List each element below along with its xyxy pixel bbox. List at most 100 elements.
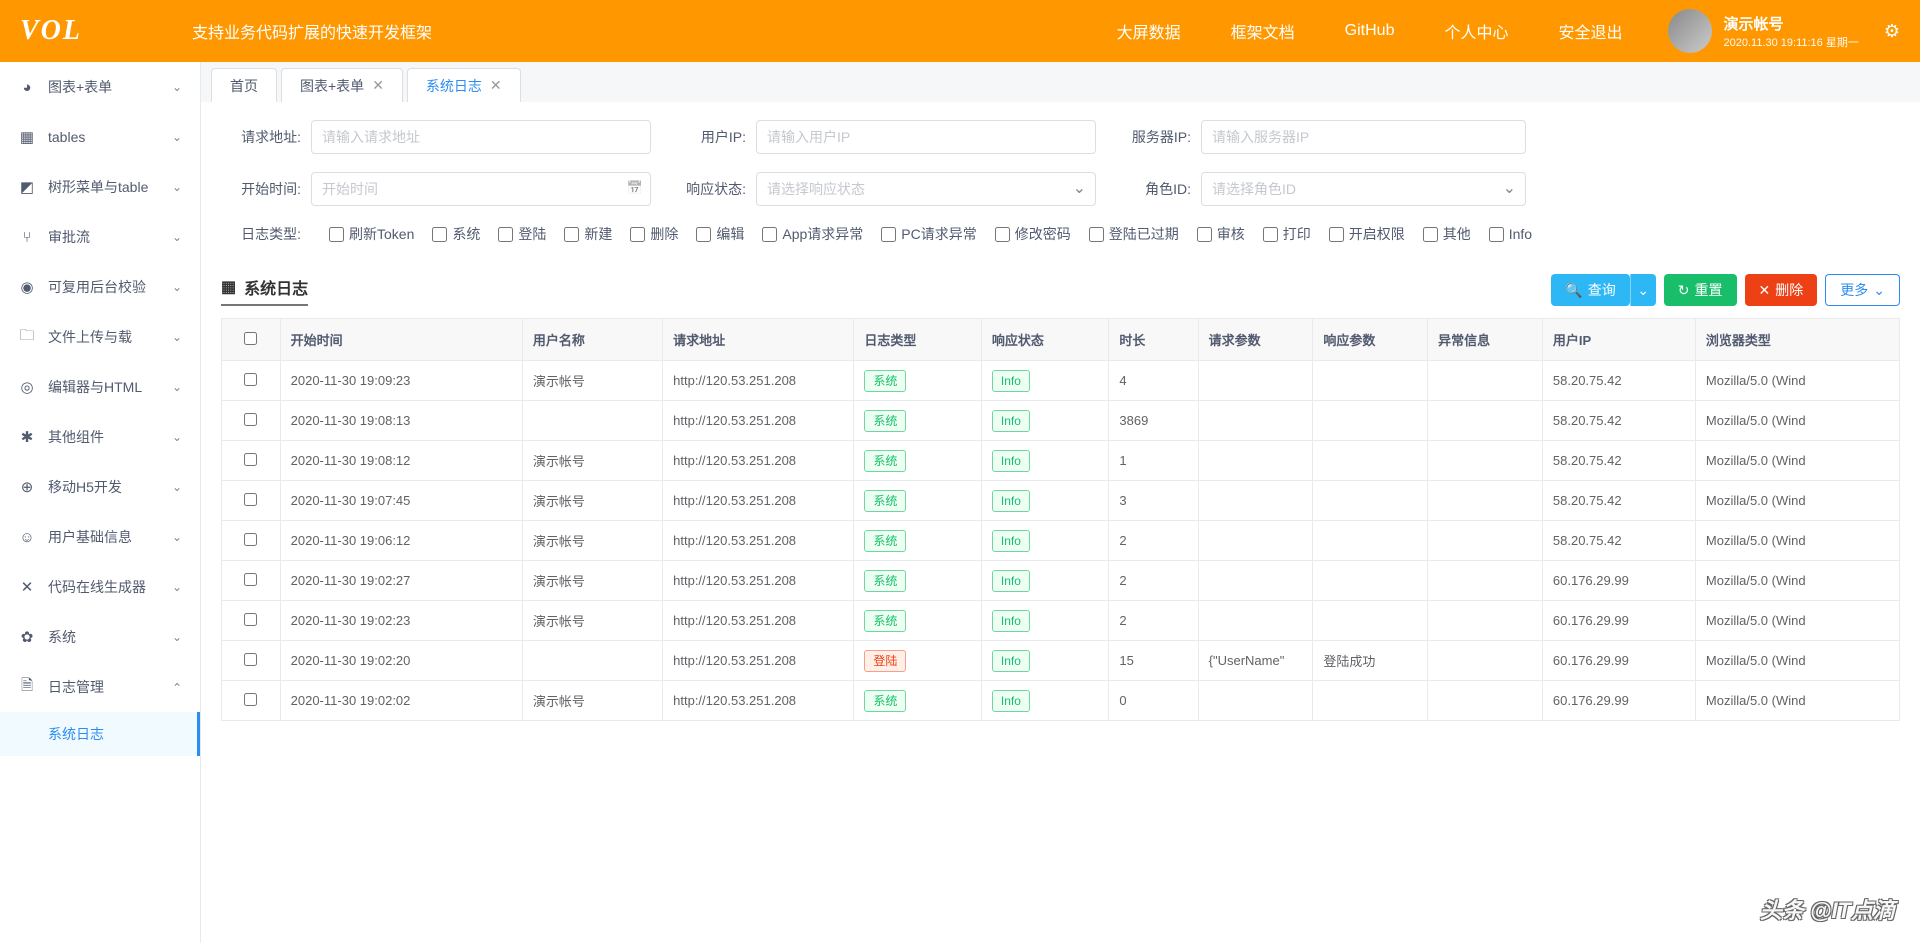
row-checkbox[interactable] xyxy=(244,573,257,586)
filter-label: 开始时间: xyxy=(221,179,311,199)
close-icon[interactable]: ✕ xyxy=(490,77,502,94)
sidebar-item[interactable]: ⑂审批流⌄ xyxy=(0,212,200,262)
log-type-checkbox[interactable]: 编辑 xyxy=(696,224,744,244)
delete-button[interactable]: ✕删除 xyxy=(1745,274,1818,306)
sidebar-item[interactable]: ◎编辑器与HTML⌄ xyxy=(0,362,200,412)
column-header[interactable]: 时长 xyxy=(1109,319,1198,361)
sidebar-item[interactable]: ✱其他组件⌄ xyxy=(0,412,200,462)
column-header[interactable]: 请求参数 xyxy=(1198,319,1313,361)
table-row[interactable]: 2020-11-30 19:02:23 演示帐号 http://120.53.2… xyxy=(222,601,1900,641)
nav-link[interactable]: 框架文档 xyxy=(1231,19,1295,43)
tab[interactable]: 首页 xyxy=(211,68,277,102)
log-type-checkbox[interactable]: 打印 xyxy=(1263,224,1311,244)
menu-label: 其他组件 xyxy=(48,427,172,447)
sidebar-item[interactable]: 🗀 文件上传与载⌄ xyxy=(0,312,200,362)
filter-input[interactable] xyxy=(756,172,1096,206)
menu-label: 图表+表单 xyxy=(48,77,172,97)
column-header[interactable]: 开始时间 xyxy=(280,319,522,361)
nav-link[interactable]: 安全退出 xyxy=(1558,19,1622,43)
table-row[interactable]: 2020-11-30 19:06:12 演示帐号 http://120.53.2… xyxy=(222,521,1900,561)
sidebar-item[interactable]: ☺用户基础信息⌄ xyxy=(0,512,200,562)
select-all-checkbox[interactable] xyxy=(244,332,257,345)
menu-icon: ◩ xyxy=(18,178,36,196)
avatar[interactable] xyxy=(1668,9,1712,53)
more-button[interactable]: 更多 ⌄ xyxy=(1825,274,1900,306)
table-row[interactable]: 2020-11-30 19:07:45 演示帐号 http://120.53.2… xyxy=(222,481,1900,521)
column-header[interactable]: 响应参数 xyxy=(1313,319,1428,361)
sidebar-item[interactable]: ◕图表+表单⌄ xyxy=(0,62,200,112)
table-row[interactable]: 2020-11-30 19:02:02 演示帐号 http://120.53.2… xyxy=(222,681,1900,721)
log-type-checkbox[interactable]: 开启权限 xyxy=(1329,224,1405,244)
log-type-checkbox[interactable]: Info xyxy=(1489,226,1532,242)
column-header[interactable]: 日志类型 xyxy=(854,319,982,361)
log-type-checkbox[interactable]: 审核 xyxy=(1197,224,1245,244)
sidebar-item[interactable]: 🗎日志管理⌄ xyxy=(0,662,200,712)
gear-icon[interactable]: ⚙ xyxy=(1884,21,1900,42)
chevron-down-icon: ⌄ xyxy=(172,230,182,244)
log-type-checkbox[interactable]: 删除 xyxy=(630,224,678,244)
sidebar-item[interactable]: ⊕移动H5开发⌄ xyxy=(0,462,200,512)
nav-link[interactable]: 大屏数据 xyxy=(1117,19,1181,43)
row-checkbox[interactable] xyxy=(244,613,257,626)
row-checkbox[interactable] xyxy=(244,413,257,426)
log-type-checkbox[interactable]: 其他 xyxy=(1423,224,1471,244)
sidebar-item[interactable]: ◉可复用后台校验⌄ xyxy=(0,262,200,312)
menu-label: 审批流 xyxy=(48,227,172,247)
sidebar-item[interactable]: ✕代码在线生成器⌄ xyxy=(0,562,200,612)
sidebar-item[interactable]: ✿系统⌄ xyxy=(0,612,200,662)
chevron-down-icon: ⌄ xyxy=(172,680,182,694)
chevron-down-icon: ⌄ xyxy=(172,530,182,544)
row-checkbox[interactable] xyxy=(244,453,257,466)
close-icon[interactable]: ✕ xyxy=(372,77,384,94)
row-checkbox[interactable] xyxy=(244,493,257,506)
column-header[interactable]: 浏览器类型 xyxy=(1695,319,1899,361)
log-type-checkbox[interactable]: 登陆已过期 xyxy=(1089,224,1179,244)
filter-input[interactable] xyxy=(311,120,651,154)
log-type-checkbox[interactable]: App请求异常 xyxy=(762,224,863,244)
column-header[interactable]: 请求地址 xyxy=(663,319,854,361)
log-type-checkbox[interactable]: 登陆 xyxy=(498,224,546,244)
column-header[interactable]: 用户IP xyxy=(1542,319,1695,361)
row-checkbox[interactable] xyxy=(244,653,257,666)
table-row[interactable]: 2020-11-30 19:09:23 演示帐号 http://120.53.2… xyxy=(222,361,1900,401)
filter-input[interactable] xyxy=(311,172,651,206)
sidebar-item[interactable]: ▦tables⌄ xyxy=(0,112,200,162)
status-tag: Info xyxy=(992,570,1030,592)
menu-icon: 🗀 xyxy=(18,325,36,350)
tab[interactable]: 图表+表单✕ xyxy=(281,68,403,102)
row-checkbox[interactable] xyxy=(244,373,257,386)
chevron-down-icon: ⌄ xyxy=(172,330,182,344)
log-type-checkbox[interactable]: PC请求异常 xyxy=(881,224,976,244)
filter-input[interactable] xyxy=(1201,172,1526,206)
column-header[interactable]: 异常信息 xyxy=(1428,319,1543,361)
log-type-checkbox[interactable]: 新建 xyxy=(564,224,612,244)
row-checkbox[interactable] xyxy=(244,533,257,546)
menu-icon: ◉ xyxy=(18,278,36,296)
filter-input[interactable] xyxy=(756,120,1096,154)
user-block[interactable]: 演示帐号 2020.11.30 19:11:16 星期一 xyxy=(1668,9,1859,53)
tab[interactable]: 系统日志✕ xyxy=(407,68,521,102)
search-dropdown[interactable]: ⌄ xyxy=(1630,274,1656,306)
table-row[interactable]: 2020-11-30 19:08:12 演示帐号 http://120.53.2… xyxy=(222,441,1900,481)
type-tag: 登陆 xyxy=(864,650,906,672)
logo[interactable]: VOL xyxy=(20,15,82,47)
column-header[interactable]: 响应状态 xyxy=(981,319,1109,361)
column-header[interactable]: 用户名称 xyxy=(522,319,662,361)
nav-links: 大屏数据 框架文档 GitHub 个人中心 安全退出 xyxy=(1117,19,1623,43)
table-row[interactable]: 2020-11-30 19:08:13 http://120.53.251.20… xyxy=(222,401,1900,441)
nav-link[interactable]: GitHub xyxy=(1345,22,1395,40)
menu-label: 文件上传与载 xyxy=(48,327,172,347)
type-tag: 系统 xyxy=(864,610,906,632)
sidebar-subitem[interactable]: 系统日志 xyxy=(0,712,200,756)
sidebar-item[interactable]: ◩树形菜单与table⌄ xyxy=(0,162,200,212)
row-checkbox[interactable] xyxy=(244,693,257,706)
search-button[interactable]: 🔍查询 xyxy=(1551,274,1629,306)
log-type-checkbox[interactable]: 刷新Token xyxy=(329,224,414,244)
log-type-checkbox[interactable]: 系统 xyxy=(432,224,480,244)
table-row[interactable]: 2020-11-30 19:02:20 http://120.53.251.20… xyxy=(222,641,1900,681)
nav-link[interactable]: 个人中心 xyxy=(1444,19,1508,43)
log-type-checkbox[interactable]: 修改密码 xyxy=(995,224,1071,244)
reset-button[interactable]: ↻重置 xyxy=(1664,274,1737,306)
table-row[interactable]: 2020-11-30 19:02:27 演示帐号 http://120.53.2… xyxy=(222,561,1900,601)
filter-input[interactable] xyxy=(1201,120,1526,154)
